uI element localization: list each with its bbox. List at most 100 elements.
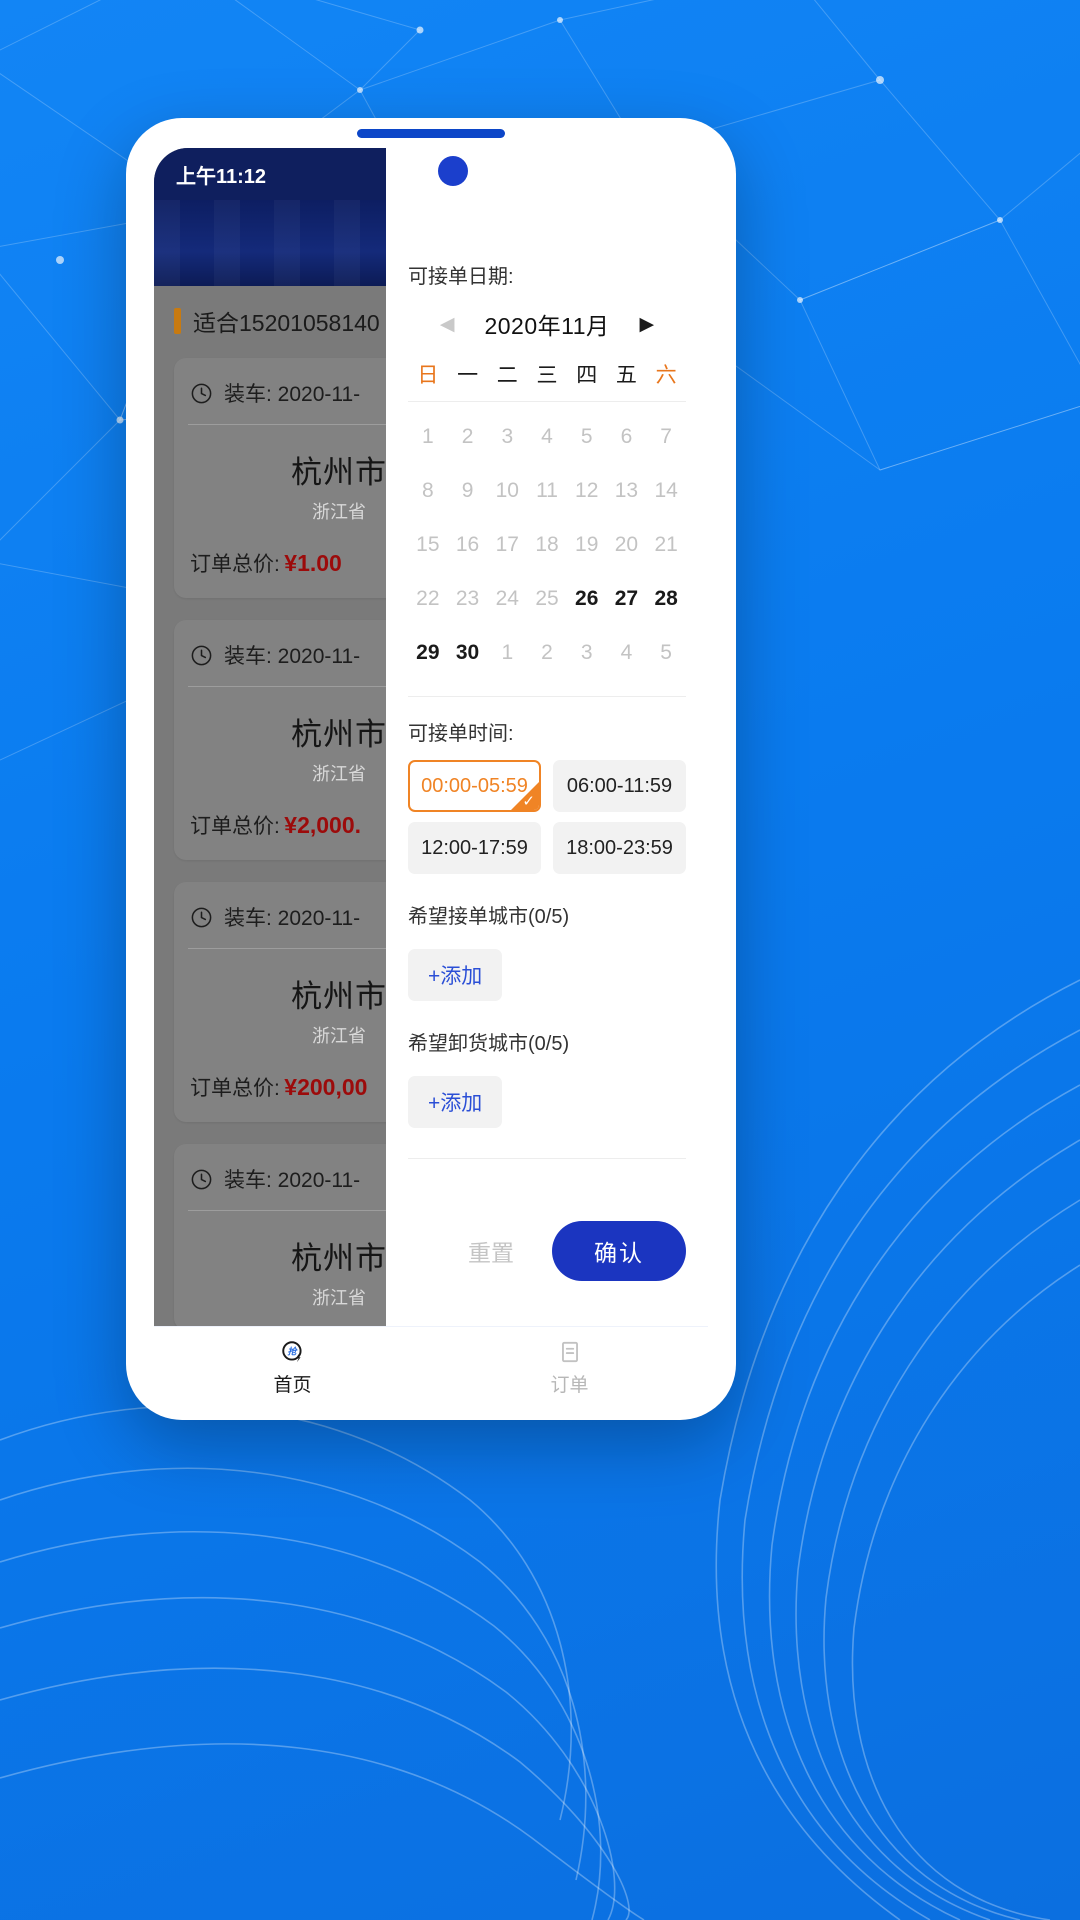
- calendar-day-21: 21: [654, 533, 678, 556]
- calendar-bottom-divider: [408, 696, 686, 697]
- calendar-day-10: 10: [495, 479, 519, 502]
- calendar-day-14: 14: [654, 479, 678, 502]
- status-bar-time: 上午11:12: [176, 165, 267, 188]
- add-dropoff-city-button[interactable]: +添加: [408, 1076, 503, 1128]
- table-row[interactable]: 装车: 2020-11- 杭州市 浙江省 订单总价: ¥1.00: [174, 358, 386, 598]
- card-city-block: 杭州市 浙江省: [174, 687, 386, 788]
- calendar-day-8: 8: [422, 479, 434, 502]
- time-slot-1[interactable]: 00:00-05:59 ✓: [408, 760, 541, 812]
- grab-order-icon: 抢: [281, 1340, 302, 1362]
- calendar-day-30[interactable]: 30: [448, 626, 488, 680]
- calendar-day-27[interactable]: 27: [607, 572, 647, 626]
- load-time-label: 装车: 2020-11-: [224, 645, 361, 668]
- weekday-tue: 二: [496, 364, 518, 387]
- list-title: 适合15201058140: [154, 286, 386, 352]
- calendar-weekday-header: 日 一 二 三 四 五 六: [408, 355, 686, 399]
- calendar-day-9: 9: [461, 479, 474, 502]
- calendar-day-28[interactable]: 28: [646, 572, 686, 626]
- list-title-text: 适合15201058140: [193, 310, 380, 336]
- price-value: ¥1.00: [284, 550, 342, 576]
- price-label: 订单总价:: [190, 815, 280, 838]
- calendar-day-25: 25: [535, 587, 559, 610]
- svg-text:抢: 抢: [287, 1345, 298, 1356]
- calendar-day-5: 5: [580, 425, 593, 448]
- clock-icon: [191, 645, 212, 665]
- date-section-label: 可接单日期:: [408, 266, 514, 288]
- calendar-day-24: 24: [495, 587, 519, 610]
- filter-panel: 可接单日期: ◀ 2020年11月 ▶ 日 一 二 三 四 五 六 123456…: [386, 148, 708, 1360]
- calendar-day-33: 3: [580, 641, 593, 664]
- calendar-day-17: 17: [495, 533, 519, 556]
- time-slot-label: 18:00-23:59: [566, 836, 673, 859]
- calendar-day-11: 11: [536, 479, 558, 502]
- calendar-day-23: 23: [455, 587, 480, 610]
- card-city-block: 杭州市 浙江省: [174, 949, 386, 1050]
- calendar-day-31: 1: [501, 641, 514, 664]
- card-city-block: 杭州市 浙江省: [174, 425, 386, 526]
- card-province: 浙江省: [312, 764, 366, 784]
- load-time-row: 装车: 2020-11-: [174, 1160, 386, 1210]
- triangle-left-icon[interactable]: ◀: [440, 315, 455, 334]
- card-price-row: 订单总价: ¥200,00: [174, 1050, 386, 1104]
- time-slot-label: 12:00-17:59: [421, 836, 528, 859]
- calendar-day-7: 7: [660, 425, 672, 448]
- time-slot-3[interactable]: 12:00-17:59: [408, 822, 541, 874]
- price-value: ¥2,000.: [284, 812, 362, 838]
- card-price-row: 订单总价: ¥1.00: [174, 526, 386, 580]
- time-slot-label: 06:00-11:59: [566, 774, 673, 797]
- calendar-day-34: 4: [620, 641, 633, 664]
- table-row[interactable]: 装车: 2020-11- 杭州市 浙江省 订单总价: ¥2,000.: [174, 620, 386, 860]
- card-city: 杭州市: [291, 979, 386, 1014]
- panel-actions: 重置 确认: [408, 1221, 686, 1281]
- check-icon: ✓: [522, 793, 535, 810]
- table-row[interactable]: 装车: 2020-11- 杭州市 浙江省: [174, 1144, 386, 1330]
- price-label: 订单总价:: [190, 553, 280, 576]
- calendar-day-13: 13: [614, 479, 639, 502]
- city-section-divider: [408, 1158, 686, 1159]
- calendar-day-15: 15: [416, 533, 440, 556]
- phone-screen: 上午11:12 适合15201058140 装车: 2020-11- 杭州市 浙…: [154, 148, 708, 1398]
- confirm-button[interactable]: 确认: [552, 1221, 686, 1281]
- calendar-day-4: 4: [541, 425, 553, 448]
- load-time-label: 装车: 2020-11-: [224, 1169, 361, 1192]
- load-time-row: 装车: 2020-11-: [174, 636, 386, 686]
- order-list-pane: 上午11:12 适合15201058140 装车: 2020-11- 杭州市 浙…: [154, 148, 386, 1360]
- calendar-day-18: 18: [535, 533, 559, 556]
- status-bar: 上午11:12: [154, 148, 386, 200]
- calendar-day-26[interactable]: 26: [567, 572, 607, 626]
- clock-icon: [191, 907, 212, 927]
- load-time-row: 装车: 2020-11-: [174, 374, 386, 424]
- time-slot-4[interactable]: 18:00-23:59: [553, 822, 686, 874]
- nav-item-home-label: 首页: [273, 1374, 312, 1396]
- order-list-icon: [561, 1341, 578, 1362]
- table-row[interactable]: 装车: 2020-11- 杭州市 浙江省 订单总价: ¥200,00: [174, 882, 386, 1122]
- calendar-day-grid: 1 2 3 4 5 6 7 8 9 10 11 12 13 14 15 16 17 18 19 20 21 22 23 24 2…: [408, 410, 686, 680]
- time-slot-grid: 00:00-05:59 ✓ 06:00-11:59 12:00-17:59 18:00-…: [408, 760, 686, 874]
- price-value: ¥200,00: [284, 1074, 368, 1100]
- calendar-day-29[interactable]: 29: [408, 626, 448, 680]
- calendar-day-3: 3: [501, 425, 514, 448]
- nav-item-home[interactable]: 抢 首页: [154, 1339, 431, 1397]
- weekday-sat: 六: [655, 364, 677, 387]
- calendar-month-title: 2020年11月: [484, 313, 610, 339]
- load-time-row: 装车: 2020-11-: [174, 898, 386, 948]
- dropoff-city-label: 希望卸货城市(0/5): [408, 1033, 570, 1055]
- add-pickup-city-button[interactable]: +添加: [408, 949, 503, 1001]
- camera-dot-icon: [438, 156, 468, 186]
- calendar-day-22: 22: [416, 587, 440, 610]
- time-slot-2[interactable]: 06:00-11:59: [553, 760, 686, 812]
- clock-icon: [191, 1169, 212, 1189]
- card-province: 浙江省: [312, 1288, 366, 1308]
- calendar-day-12: 12: [575, 479, 599, 502]
- weekday-fri: 五: [615, 364, 637, 387]
- phone-speaker: [357, 129, 505, 138]
- triangle-right-icon[interactable]: ▶: [640, 315, 655, 334]
- weekday-wed: 三: [536, 364, 558, 387]
- calendar-day-16: 16: [455, 533, 480, 556]
- nav-item-orders[interactable]: 订单: [431, 1339, 708, 1397]
- card-province: 浙江省: [312, 1026, 366, 1046]
- time-section-label: 可接单时间:: [408, 723, 514, 745]
- phone-mockup: 上午11:12 适合15201058140 装车: 2020-11- 杭州市 浙…: [126, 118, 736, 1420]
- reset-button[interactable]: 重置: [468, 1234, 514, 1268]
- price-label: 订单总价:: [190, 1077, 280, 1100]
